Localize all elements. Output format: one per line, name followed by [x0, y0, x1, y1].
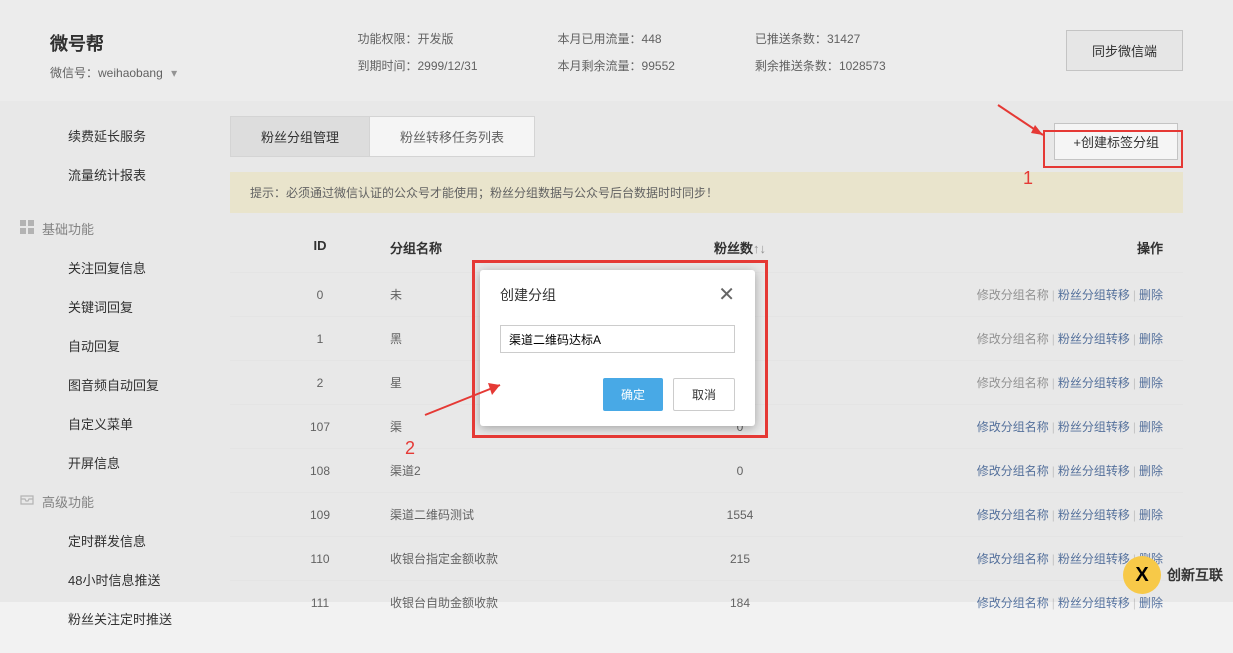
modal-title: 创建分组: [500, 285, 556, 305]
cell-id: 0: [230, 288, 390, 302]
cell-count: 215: [650, 552, 830, 566]
sidebar-item-media-reply[interactable]: 图音频自动回复: [0, 365, 215, 404]
transfer-link[interactable]: 粉丝分组转移: [1058, 288, 1130, 302]
create-group-modal: 创建分组 ✕ 确定 取消: [480, 270, 755, 426]
caret-down-icon: ▾: [171, 66, 177, 80]
cell-ops: 修改分组名称|粉丝分组转移|删除: [830, 286, 1183, 303]
transfer-link[interactable]: 粉丝分组转移: [1058, 420, 1130, 434]
table-row: 111收银台自助金额收款184修改分组名称|粉丝分组转移|删除: [230, 580, 1183, 624]
cell-name: 渠道2: [390, 462, 650, 479]
cell-name: 收银台自助金额收款: [390, 594, 650, 611]
cell-count: 1554: [650, 508, 830, 522]
rename-link[interactable]: 修改分组名称: [977, 332, 1049, 346]
transfer-link[interactable]: 粉丝分组转移: [1058, 464, 1130, 478]
sidebar-item-follow-reply[interactable]: 关注回复信息: [0, 248, 215, 287]
table-row: 109渠道二维码测试1554修改分组名称|粉丝分组转移|删除: [230, 492, 1183, 536]
tab-transfer-tasks[interactable]: 粉丝转移任务列表: [370, 117, 534, 156]
cell-count: 0: [650, 464, 830, 478]
rename-link[interactable]: 修改分组名称: [977, 596, 1049, 610]
cell-id: 1: [230, 332, 390, 346]
delete-link[interactable]: 删除: [1139, 596, 1163, 610]
cell-ops: 修改分组名称|粉丝分组转移|删除: [830, 462, 1183, 479]
wechat-id-row[interactable]: 微信号：weihaobang ▾: [50, 64, 177, 81]
sidebar-item-traffic-report[interactable]: 流量统计报表: [0, 155, 215, 194]
watermark: X 创新互联: [1123, 556, 1223, 594]
cell-id: 109: [230, 508, 390, 522]
header-stats: 功能权限：开发版 到期时间：2999/12/31 本月已用流量：448 本月剩余…: [357, 30, 885, 74]
sidebar-item-splash[interactable]: 开屏信息: [0, 443, 215, 482]
delete-link[interactable]: 删除: [1139, 464, 1163, 478]
confirm-button[interactable]: 确定: [603, 378, 663, 411]
delete-link[interactable]: 删除: [1139, 332, 1163, 346]
cell-count: 184: [650, 596, 830, 610]
cell-id: 111: [230, 596, 390, 610]
col-header-ops: 操作: [830, 238, 1183, 257]
cell-id: 108: [230, 464, 390, 478]
close-icon[interactable]: ✕: [718, 282, 735, 307]
col-header-id: ID: [230, 238, 390, 257]
cell-ops: 修改分组名称|粉丝分组转移|删除: [830, 330, 1183, 347]
delete-link[interactable]: 删除: [1139, 288, 1163, 302]
table-row: 110收银台指定金额收款215修改分组名称|粉丝分组转移|删除: [230, 536, 1183, 580]
cell-ops: 修改分组名称|粉丝分组转移|删除: [830, 594, 1183, 611]
col-header-name: 分组名称: [390, 238, 650, 257]
cell-ops: 修改分组名称|粉丝分组转移|删除: [830, 374, 1183, 391]
cell-id: 110: [230, 552, 390, 566]
sidebar-heading-basic: 基础功能: [0, 209, 215, 248]
rename-link[interactable]: 修改分组名称: [977, 288, 1049, 302]
cell-name: 渠道二维码测试: [390, 506, 650, 523]
col-header-count[interactable]: 粉丝数↑↓: [650, 238, 830, 257]
sidebar-item-follow-scheduled-push[interactable]: 粉丝关注定时推送: [0, 599, 215, 638]
tab-group-manage[interactable]: 粉丝分组管理: [231, 117, 370, 156]
table-header: ID 分组名称 粉丝数↑↓ 操作: [230, 223, 1183, 272]
page-header: 微号帮 微信号：weihaobang ▾ 功能权限：开发版 到期时间：2999/…: [0, 0, 1233, 101]
transfer-link[interactable]: 粉丝分组转移: [1058, 376, 1130, 390]
sidebar-item-renew[interactable]: 续费延长服务: [0, 116, 215, 155]
transfer-link[interactable]: 粉丝分组转移: [1058, 332, 1130, 346]
sidebar-item-custom-menu[interactable]: 自定义菜单: [0, 404, 215, 443]
group-name-input[interactable]: [500, 325, 735, 353]
cell-id: 2: [230, 376, 390, 390]
cancel-button[interactable]: 取消: [673, 378, 735, 411]
transfer-link[interactable]: 粉丝分组转移: [1058, 596, 1130, 610]
inbox-icon: [20, 493, 34, 510]
sidebar-item-scheduled-broadcast[interactable]: 定时群发信息: [0, 521, 215, 560]
cell-name: 收银台指定金额收款: [390, 550, 650, 567]
sidebar-item-48h-push[interactable]: 48小时信息推送: [0, 560, 215, 599]
sidebar-heading-advanced: 高级功能: [0, 482, 215, 521]
rename-link[interactable]: 修改分组名称: [977, 552, 1049, 566]
rename-link[interactable]: 修改分组名称: [977, 464, 1049, 478]
grid-icon: [20, 220, 34, 234]
sidebar: 续费延长服务 流量统计报表 基础功能 关注回复信息 关键词回复 自动回复 图音频…: [0, 101, 215, 653]
create-group-button[interactable]: +创建标签分组: [1054, 123, 1178, 160]
cell-ops: 修改分组名称|粉丝分组转移|删除: [830, 418, 1183, 435]
rename-link[interactable]: 修改分组名称: [977, 376, 1049, 390]
delete-link[interactable]: 删除: [1139, 508, 1163, 522]
delete-link[interactable]: 删除: [1139, 376, 1163, 390]
sync-wechat-button[interactable]: 同步微信端: [1066, 30, 1183, 71]
rename-link[interactable]: 修改分组名称: [977, 420, 1049, 434]
transfer-link[interactable]: 粉丝分组转移: [1058, 552, 1130, 566]
cell-ops: 修改分组名称|粉丝分组转移|删除: [830, 506, 1183, 523]
tabs: 粉丝分组管理 粉丝转移任务列表: [230, 116, 535, 157]
table-row: 108渠道20修改分组名称|粉丝分组转移|删除: [230, 448, 1183, 492]
transfer-link[interactable]: 粉丝分组转移: [1058, 508, 1130, 522]
app-title: 微号帮: [50, 30, 177, 56]
delete-link[interactable]: 删除: [1139, 420, 1163, 434]
watermark-logo-icon: X: [1123, 556, 1161, 594]
rename-link[interactable]: 修改分组名称: [977, 508, 1049, 522]
notice-banner: 提示：必须通过微信认证的公众号才能使用；粉丝分组数据与公众号后台数据时时同步！: [230, 172, 1183, 213]
sidebar-item-keyword-reply[interactable]: 关键词回复: [0, 287, 215, 326]
cell-id: 107: [230, 420, 390, 434]
sort-icon: ↑↓: [753, 241, 766, 256]
sidebar-item-auto-reply[interactable]: 自动回复: [0, 326, 215, 365]
